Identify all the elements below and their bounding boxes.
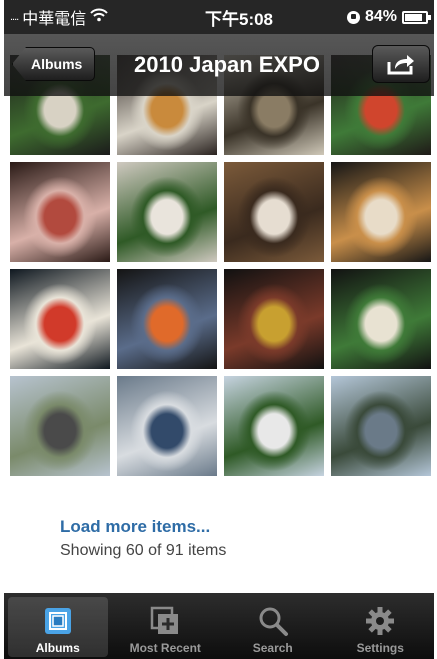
photo-thumbnail[interactable]: [331, 162, 431, 262]
share-icon: [387, 55, 414, 75]
photo-thumbnail[interactable]: [10, 376, 110, 476]
load-more-button[interactable]: Load more items...: [60, 517, 210, 537]
photo-thumbnail[interactable]: [10, 162, 110, 262]
battery-icon: [402, 10, 431, 24]
tab-albums[interactable]: Albums: [4, 593, 112, 659]
photo-thumbnail[interactable]: [331, 376, 431, 476]
showing-count-label: Showing 60 of 91 items: [60, 542, 227, 559]
photo-thumbnail[interactable]: [117, 376, 217, 476]
photo-thumbnail[interactable]: [10, 269, 110, 369]
albums-icon: [44, 608, 71, 634]
share-button[interactable]: [372, 45, 430, 83]
battery-percent: 84%: [364, 8, 397, 25]
status-bar: .... 中華電信 下午5:08 84%: [4, 0, 434, 34]
page-title: 2010 Japan EXPO: [134, 52, 320, 77]
photo-thumbnail[interactable]: [331, 269, 431, 369]
photo-thumbnail[interactable]: [117, 162, 217, 262]
albums-back-button[interactable]: Albums: [12, 47, 96, 81]
most-recent-icon: [151, 606, 179, 634]
orientation-lock-icon: [346, 10, 360, 24]
settings-icon: [366, 607, 395, 635]
status-time: 下午5:08: [204, 9, 274, 29]
photo-thumbnail[interactable]: [224, 162, 324, 262]
wifi-icon: [90, 8, 108, 26]
photo-thumbnail[interactable]: [224, 269, 324, 369]
tab-bar: Albums Most Recent Search Settings: [4, 593, 434, 659]
screen: Load more items... Showing 60 of 91 item…: [4, 0, 434, 659]
tab-search[interactable]: Search: [219, 593, 327, 659]
photo-thumbnail[interactable]: [224, 376, 324, 476]
navigation-bar: Albums 2010 Japan EXPO: [4, 34, 434, 96]
tab-albums-label: Albums: [35, 641, 80, 655]
tab-most-recent-label: Most Recent: [129, 641, 201, 655]
tab-most-recent[interactable]: Most Recent: [112, 593, 220, 659]
carrier-label: 中華電信: [22, 11, 87, 28]
tab-settings-label: Settings: [356, 641, 404, 655]
tab-search-label: Search: [252, 641, 293, 655]
search-icon: [259, 607, 288, 636]
tab-settings[interactable]: Settings: [327, 593, 435, 659]
signal-icon: ....: [10, 11, 19, 23]
photo-thumbnail[interactable]: [117, 269, 217, 369]
